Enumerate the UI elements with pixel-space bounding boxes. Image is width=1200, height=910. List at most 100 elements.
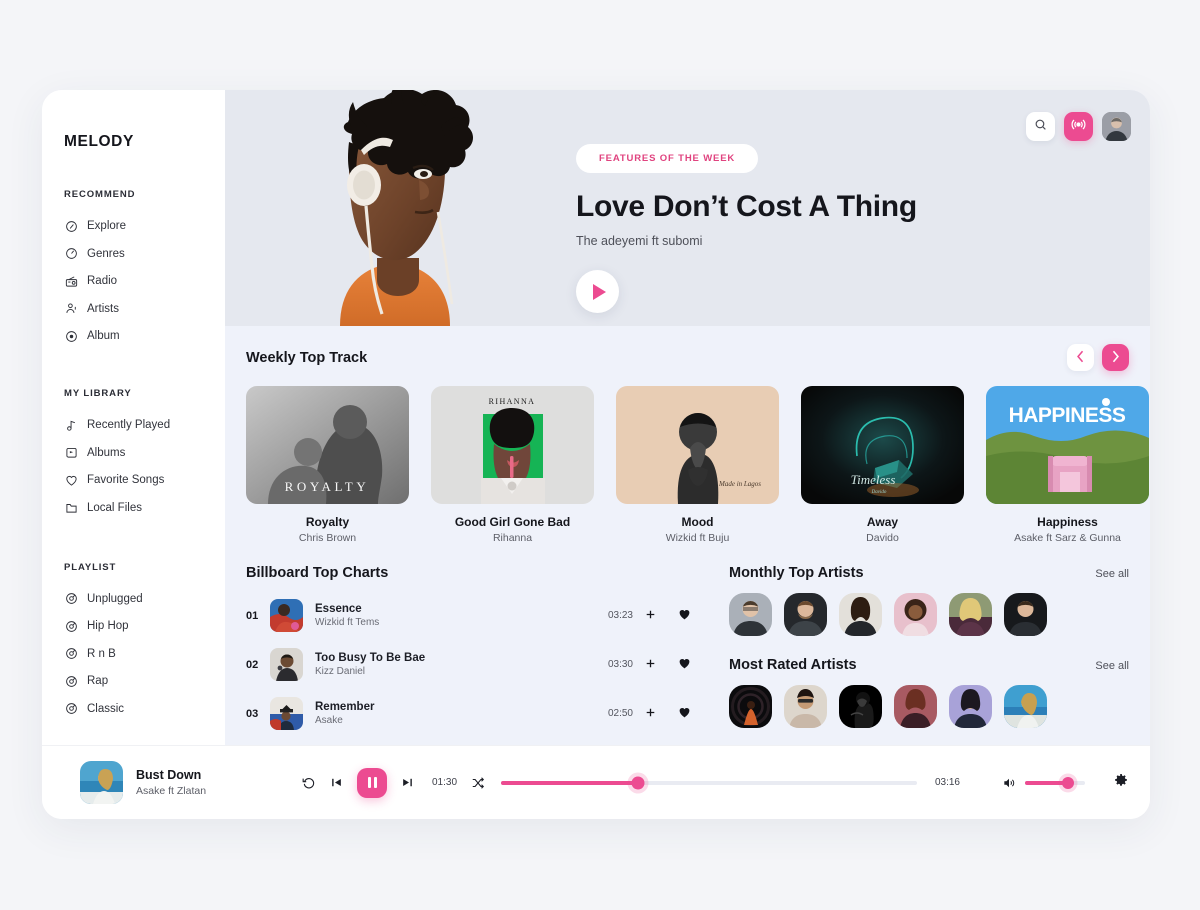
track-card[interactable]: RIHANNA Good Girl Gone Bad Rihanna [431, 386, 594, 544]
heart-icon [64, 473, 78, 487]
sidebar-item-artists[interactable]: Artists [64, 297, 225, 321]
album-icon [64, 329, 78, 343]
nav-group-library: MY LIBRARY Recently Played Albums Favori… [64, 388, 225, 520]
track-card[interactable]: HAPPINESS Happiness Asake ft Sarz & Gunn… [986, 386, 1149, 544]
sidebar-item-unplugged[interactable]: Unplugged [64, 587, 225, 611]
artist-avatar[interactable] [1004, 593, 1047, 636]
volume-slider[interactable] [1025, 776, 1085, 789]
artist-avatar[interactable] [949, 685, 992, 728]
sidebar-item-favorite-songs[interactable]: Favorite Songs [64, 468, 225, 492]
next-track-button[interactable] [401, 776, 414, 789]
carousel-prev-button[interactable] [1067, 344, 1094, 371]
genres-icon [64, 247, 78, 261]
now-playing-meta: Bust Down Asake ft Zlatan [136, 768, 206, 797]
progress-knob[interactable] [631, 776, 645, 789]
table-row[interactable]: 02 Too Busy To Be Bae Kizz Daniel 03:30 [246, 640, 701, 689]
hero-play-button[interactable] [576, 270, 619, 313]
svg-text:ROYALTY: ROYALTY [285, 479, 370, 494]
track-card[interactable]: Made in Lagos Mood Wizkid ft Buju [616, 386, 779, 544]
carousel-next-button[interactable] [1102, 344, 1129, 371]
track-title: Remember [315, 701, 375, 713]
track-card[interactable]: Timeless Davido Away Davido [801, 386, 964, 544]
track-name: Royalty [305, 515, 350, 529]
track-artist: Chris Brown [298, 532, 357, 544]
plus-icon [644, 706, 657, 722]
track-name: Happiness [1037, 515, 1098, 529]
nav-group-recommend: RECOMMEND Explore Genres Radio Artists A… [64, 189, 225, 348]
artist-avatar[interactable] [729, 685, 772, 728]
pause-button[interactable] [357, 767, 387, 798]
app-logo: MELODY [64, 133, 134, 150]
weekly-top-track-header: Weekly Top Track [246, 344, 1129, 371]
group-title-library: MY LIBRARY [64, 388, 132, 399]
track-duration: 03:30 [607, 659, 633, 670]
artist-avatar[interactable] [839, 593, 882, 636]
skip-previous-icon [330, 776, 343, 789]
track-rank: 01 [246, 609, 259, 622]
artist-avatar[interactable] [784, 685, 827, 728]
disc-icon [64, 674, 78, 688]
sidebar-item-hip-hop[interactable]: Hip Hop [64, 614, 225, 638]
replay-button[interactable] [302, 776, 316, 790]
most-rated-artists-section: Most Rated Artists See all [729, 657, 1129, 728]
search-button[interactable] [1026, 112, 1055, 141]
see-all-rated-artists[interactable]: See all [1095, 660, 1129, 672]
track-artist: Wizkid ft Buju [665, 532, 730, 544]
sidebar-item-classic[interactable]: Classic [64, 697, 225, 721]
sidebar-item-albums[interactable]: Albums [64, 441, 225, 465]
favorite-button[interactable] [667, 608, 701, 624]
section-title-rated-artists: Most Rated Artists [729, 657, 857, 673]
rated-artists-header: Most Rated Artists See all [729, 657, 1129, 673]
sidebar-item-label: Explore [87, 220, 126, 232]
sidebar-item-rap[interactable]: Rap [64, 669, 225, 693]
track-card[interactable]: ROYALTY Royalty Chris Brown [246, 386, 409, 544]
artist-avatar[interactable] [894, 685, 937, 728]
artist-avatar[interactable] [949, 593, 992, 636]
track-artist: Asake ft Sarz & Gunna [1014, 532, 1121, 544]
add-to-playlist-button[interactable] [633, 608, 667, 624]
now-playing-artist: Asake ft Zlatan [136, 785, 207, 797]
hero-title: Love Don’t Cost A Thing [576, 190, 917, 223]
sidebar-item-explore[interactable]: Explore [64, 214, 225, 238]
monthly-artists-header: Monthly Top Artists See all [729, 565, 1129, 581]
weekly-top-track-list: ROYALTY Royalty Chris Brown RIHANNA Good… [246, 386, 1149, 544]
track-duration: 03:23 [607, 610, 633, 621]
artist-avatar[interactable] [894, 593, 937, 636]
track-artist: Wizkid ft Tems [315, 617, 380, 628]
disc-icon [64, 702, 78, 716]
artist-avatar[interactable] [1004, 685, 1047, 728]
artist-avatar[interactable] [729, 593, 772, 636]
sidebar-item-label: Album [87, 330, 120, 342]
user-avatar[interactable] [1102, 112, 1131, 141]
favorite-button[interactable] [667, 706, 701, 722]
add-to-playlist-button[interactable] [633, 657, 667, 673]
sidebar-item-genres[interactable]: Genres [64, 242, 225, 266]
volume-button[interactable] [1002, 776, 1016, 790]
sidebar-item-radio[interactable]: Radio [64, 269, 225, 293]
sidebar-item-local-files[interactable]: Local Files [64, 496, 225, 520]
progress-slider[interactable] [501, 776, 917, 789]
table-row[interactable]: 01 Essence Wizkid ft Tems 03:23 [246, 591, 701, 640]
billboard-list: 01 Essence Wizkid ft Tems 03:23 02 Too B… [246, 591, 701, 738]
seek-area: 03:16 [501, 776, 960, 789]
settings-button[interactable] [1114, 773, 1128, 792]
artist-avatar[interactable] [839, 685, 882, 728]
table-row[interactable]: 03 Remember Asake 02:50 [246, 689, 701, 738]
sidebar-item-label: Radio [87, 275, 118, 287]
volume-knob[interactable] [1062, 776, 1075, 789]
add-to-playlist-button[interactable] [633, 706, 667, 722]
favorite-button[interactable] [667, 657, 701, 673]
gear-icon [1114, 774, 1128, 791]
sidebar-item-recently-played[interactable]: Recently Played [64, 413, 225, 437]
see-all-monthly-artists[interactable]: See all [1095, 568, 1129, 580]
artist-avatar[interactable] [784, 593, 827, 636]
track-artist: Davido [866, 532, 899, 544]
search-icon [1034, 118, 1047, 136]
replay-icon [302, 776, 316, 790]
shuffle-button[interactable] [471, 776, 485, 790]
previous-track-button[interactable] [330, 776, 343, 789]
live-broadcast-button[interactable] [1064, 112, 1093, 141]
sidebar-item-album[interactable]: Album [64, 324, 225, 348]
app-window: MELODY RECOMMEND Explore Genres Radio Ar… [42, 90, 1150, 819]
sidebar-item-rnb[interactable]: R n B [64, 642, 225, 666]
